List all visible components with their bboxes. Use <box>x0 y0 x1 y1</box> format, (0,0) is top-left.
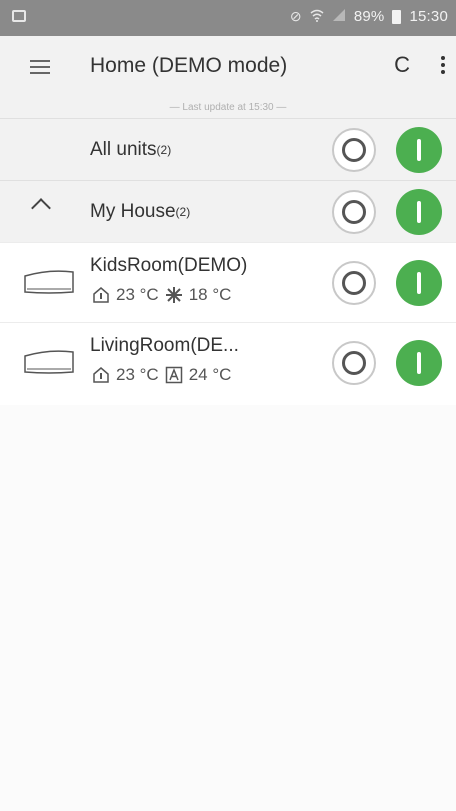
unit-row-kidsroom[interactable]: KidsRoom(DEMO) 23 °C 18 °C <box>0 242 456 322</box>
power-off-button[interactable] <box>332 261 376 305</box>
status-bar: ⊘ 89% 15:30 <box>0 0 456 36</box>
app-bar: Home (DEMO mode) C <box>0 36 456 98</box>
wifi-icon <box>310 8 324 25</box>
auto-mode-icon <box>165 366 182 384</box>
status-time: 15:30 <box>409 8 448 25</box>
snowflake-icon <box>165 287 182 303</box>
refresh-icon[interactable]: C <box>394 52 410 78</box>
battery-icon <box>392 9 402 24</box>
page-title: Home (DEMO mode) <box>90 54 288 77</box>
power-off-button[interactable] <box>332 341 376 385</box>
empty-list-area <box>0 405 456 811</box>
gallery-notification-icon <box>12 10 26 22</box>
power-on-button[interactable] <box>396 127 442 173</box>
set-temperature: 18 °C <box>188 285 232 304</box>
chevron-up-icon[interactable] <box>31 198 51 218</box>
unit-name: KidsRoom(DEMO) <box>90 255 248 276</box>
alarm-icon: ⊘ <box>289 8 302 24</box>
power-on-button[interactable] <box>396 260 442 306</box>
group-row-my-house[interactable]: My House(2) <box>0 180 456 242</box>
group-row-all-units[interactable]: All units(2) <box>0 118 456 180</box>
unit-temperatures: 23 °C 24 °C <box>92 365 231 385</box>
menu-icon[interactable] <box>30 60 50 74</box>
power-on-button[interactable] <box>396 340 442 386</box>
air-conditioner-icon <box>24 350 74 374</box>
home-thermometer-icon <box>93 287 109 303</box>
indoor-temperature: 23 °C <box>116 365 159 384</box>
air-conditioner-icon <box>24 270 74 294</box>
group-label: All units(2) <box>90 139 172 160</box>
home-thermometer-icon <box>93 367 109 383</box>
unit-name: LivingRoom(DE... <box>90 335 239 356</box>
unit-row-livingroom[interactable]: LivingRoom(DE... 23 °C 24 °C <box>0 322 456 404</box>
unit-temperatures: 23 °C 18 °C <box>92 285 231 305</box>
power-on-button[interactable] <box>396 189 442 235</box>
indoor-temperature: 23 °C <box>116 285 159 304</box>
signal-icon <box>332 8 346 25</box>
battery-percent: 89% <box>353 8 385 25</box>
more-options-icon[interactable] <box>440 54 446 76</box>
last-update-text: — Last update at 15:30 — <box>0 98 456 118</box>
set-temperature: 24 °C <box>188 365 232 384</box>
status-icons: ⊘ 89% 15:30 <box>290 8 448 25</box>
power-off-button[interactable] <box>332 190 376 234</box>
group-label: My House(2) <box>90 201 191 222</box>
power-off-button[interactable] <box>332 128 376 172</box>
